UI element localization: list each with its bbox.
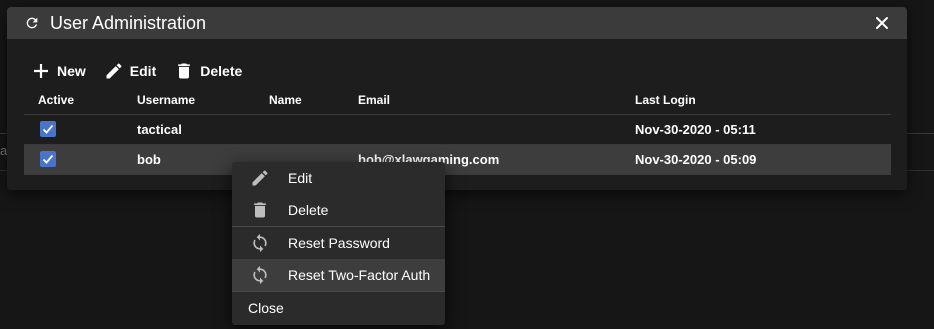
delete-button[interactable]: Delete — [174, 61, 242, 81]
trash-icon — [174, 61, 194, 81]
checkmark-icon — [42, 154, 54, 164]
pencil-icon — [104, 61, 124, 81]
active-checkbox[interactable] — [40, 151, 56, 167]
menu-item-label: Delete — [288, 202, 329, 218]
column-header-name[interactable]: Name — [269, 93, 302, 107]
user-admin-dialog: User Administration New Edit Delete Acti… — [7, 7, 907, 190]
users-table: Active Username Name Email Last Login ta… — [24, 85, 891, 175]
table-row[interactable]: tactical Nov-30-2020 - 05:11 — [24, 115, 891, 145]
checkmark-icon — [42, 124, 54, 134]
menu-item-reset-two-factor[interactable]: Reset Two-Factor Auth — [232, 259, 445, 291]
dialog-title: User Administration — [50, 12, 207, 33]
cell-username: bob — [137, 152, 161, 167]
menu-item-delete[interactable]: Delete — [232, 194, 445, 226]
menu-item-close[interactable]: Close — [232, 292, 445, 324]
dialog-titlebar: User Administration — [7, 7, 907, 39]
menu-item-label: Reset Password — [288, 235, 390, 251]
plus-icon — [31, 61, 51, 81]
menu-item-label: Reset Two-Factor Auth — [288, 267, 431, 283]
table-row[interactable]: bob bob@xlawgaming.com Nov-30-2020 - 05:… — [24, 145, 891, 175]
sync-icon — [249, 232, 271, 254]
column-header-email[interactable]: Email — [358, 93, 390, 107]
active-checkbox[interactable] — [40, 121, 56, 137]
pencil-icon — [249, 167, 271, 189]
menu-item-label: Edit — [288, 170, 313, 186]
cell-last-login: Nov-30-2020 - 05:11 — [635, 122, 756, 137]
menu-item-reset-password[interactable]: Reset Password — [232, 227, 445, 259]
edit-button-label: Edit — [129, 63, 157, 79]
menu-item-label: Close — [248, 300, 284, 316]
new-button-label: New — [57, 63, 86, 79]
refresh-icon[interactable] — [23, 14, 41, 32]
toolbar: New Edit Delete — [31, 59, 260, 83]
column-header-last-login[interactable]: Last Login — [635, 93, 696, 107]
sync-icon — [249, 264, 271, 286]
column-header-username[interactable]: Username — [137, 93, 195, 107]
edit-button[interactable]: Edit — [104, 61, 156, 81]
column-header-active[interactable]: Active — [38, 93, 74, 107]
new-button[interactable]: New — [31, 61, 86, 81]
trash-icon — [249, 199, 271, 221]
row-context-menu: Edit Delete Reset Password Reset Two-Fac… — [232, 162, 445, 325]
delete-button-label: Delete — [200, 63, 243, 79]
cell-username: tactical — [137, 122, 182, 137]
table-header: Active Username Name Email Last Login — [24, 85, 891, 115]
close-icon[interactable] — [873, 14, 891, 32]
cell-last-login: Nov-30-2020 - 05:09 — [635, 152, 757, 167]
menu-item-edit[interactable]: Edit — [232, 162, 445, 194]
